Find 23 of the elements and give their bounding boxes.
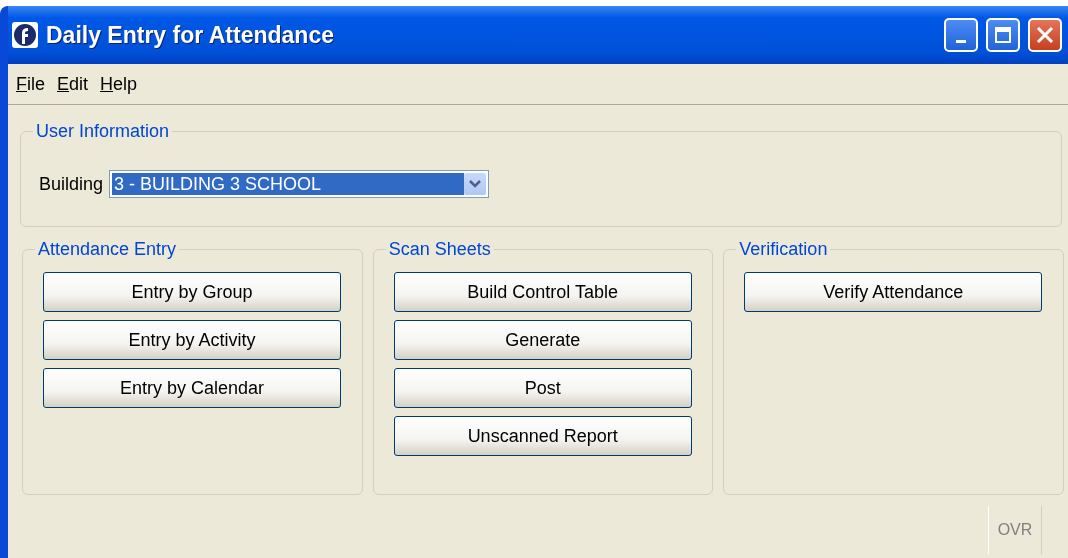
menu-item[interactable]: File — [16, 73, 45, 95]
action-button[interactable]: Build Control Table — [393, 272, 692, 312]
chevron-icon — [469, 180, 482, 188]
action-button[interactable]: Entry by Activity — [43, 320, 341, 360]
action-button[interactable]: Entry by Group — [43, 272, 341, 312]
action-button[interactable]: Generate — [393, 320, 692, 360]
close-button[interactable] — [1028, 18, 1062, 52]
action-button[interactable]: Entry by Calendar — [43, 368, 341, 408]
field-label: Building — [39, 173, 104, 195]
menu-item[interactable]: Edit — [57, 73, 89, 95]
maximize-icon — [994, 26, 1012, 44]
app-logo-icon — [12, 22, 38, 48]
action-button[interactable]: Unscanned Report — [393, 416, 692, 456]
maximize-button[interactable] — [986, 18, 1020, 52]
status-indicator: OVR — [988, 506, 1042, 554]
minimize-button[interactable] — [944, 18, 978, 52]
minimize-icon — [956, 39, 966, 43]
menu-item[interactable]: Help — [100, 73, 138, 95]
action-button[interactable]: Post — [393, 368, 692, 408]
building-dropdown[interactable]: 3 - BUILDING 3 SCHOOL — [109, 170, 490, 198]
window-title: Daily Entry for Attendance — [46, 21, 335, 49]
close-icon — [1036, 26, 1054, 44]
action-button[interactable]: Verify Attendance — [744, 272, 1043, 312]
